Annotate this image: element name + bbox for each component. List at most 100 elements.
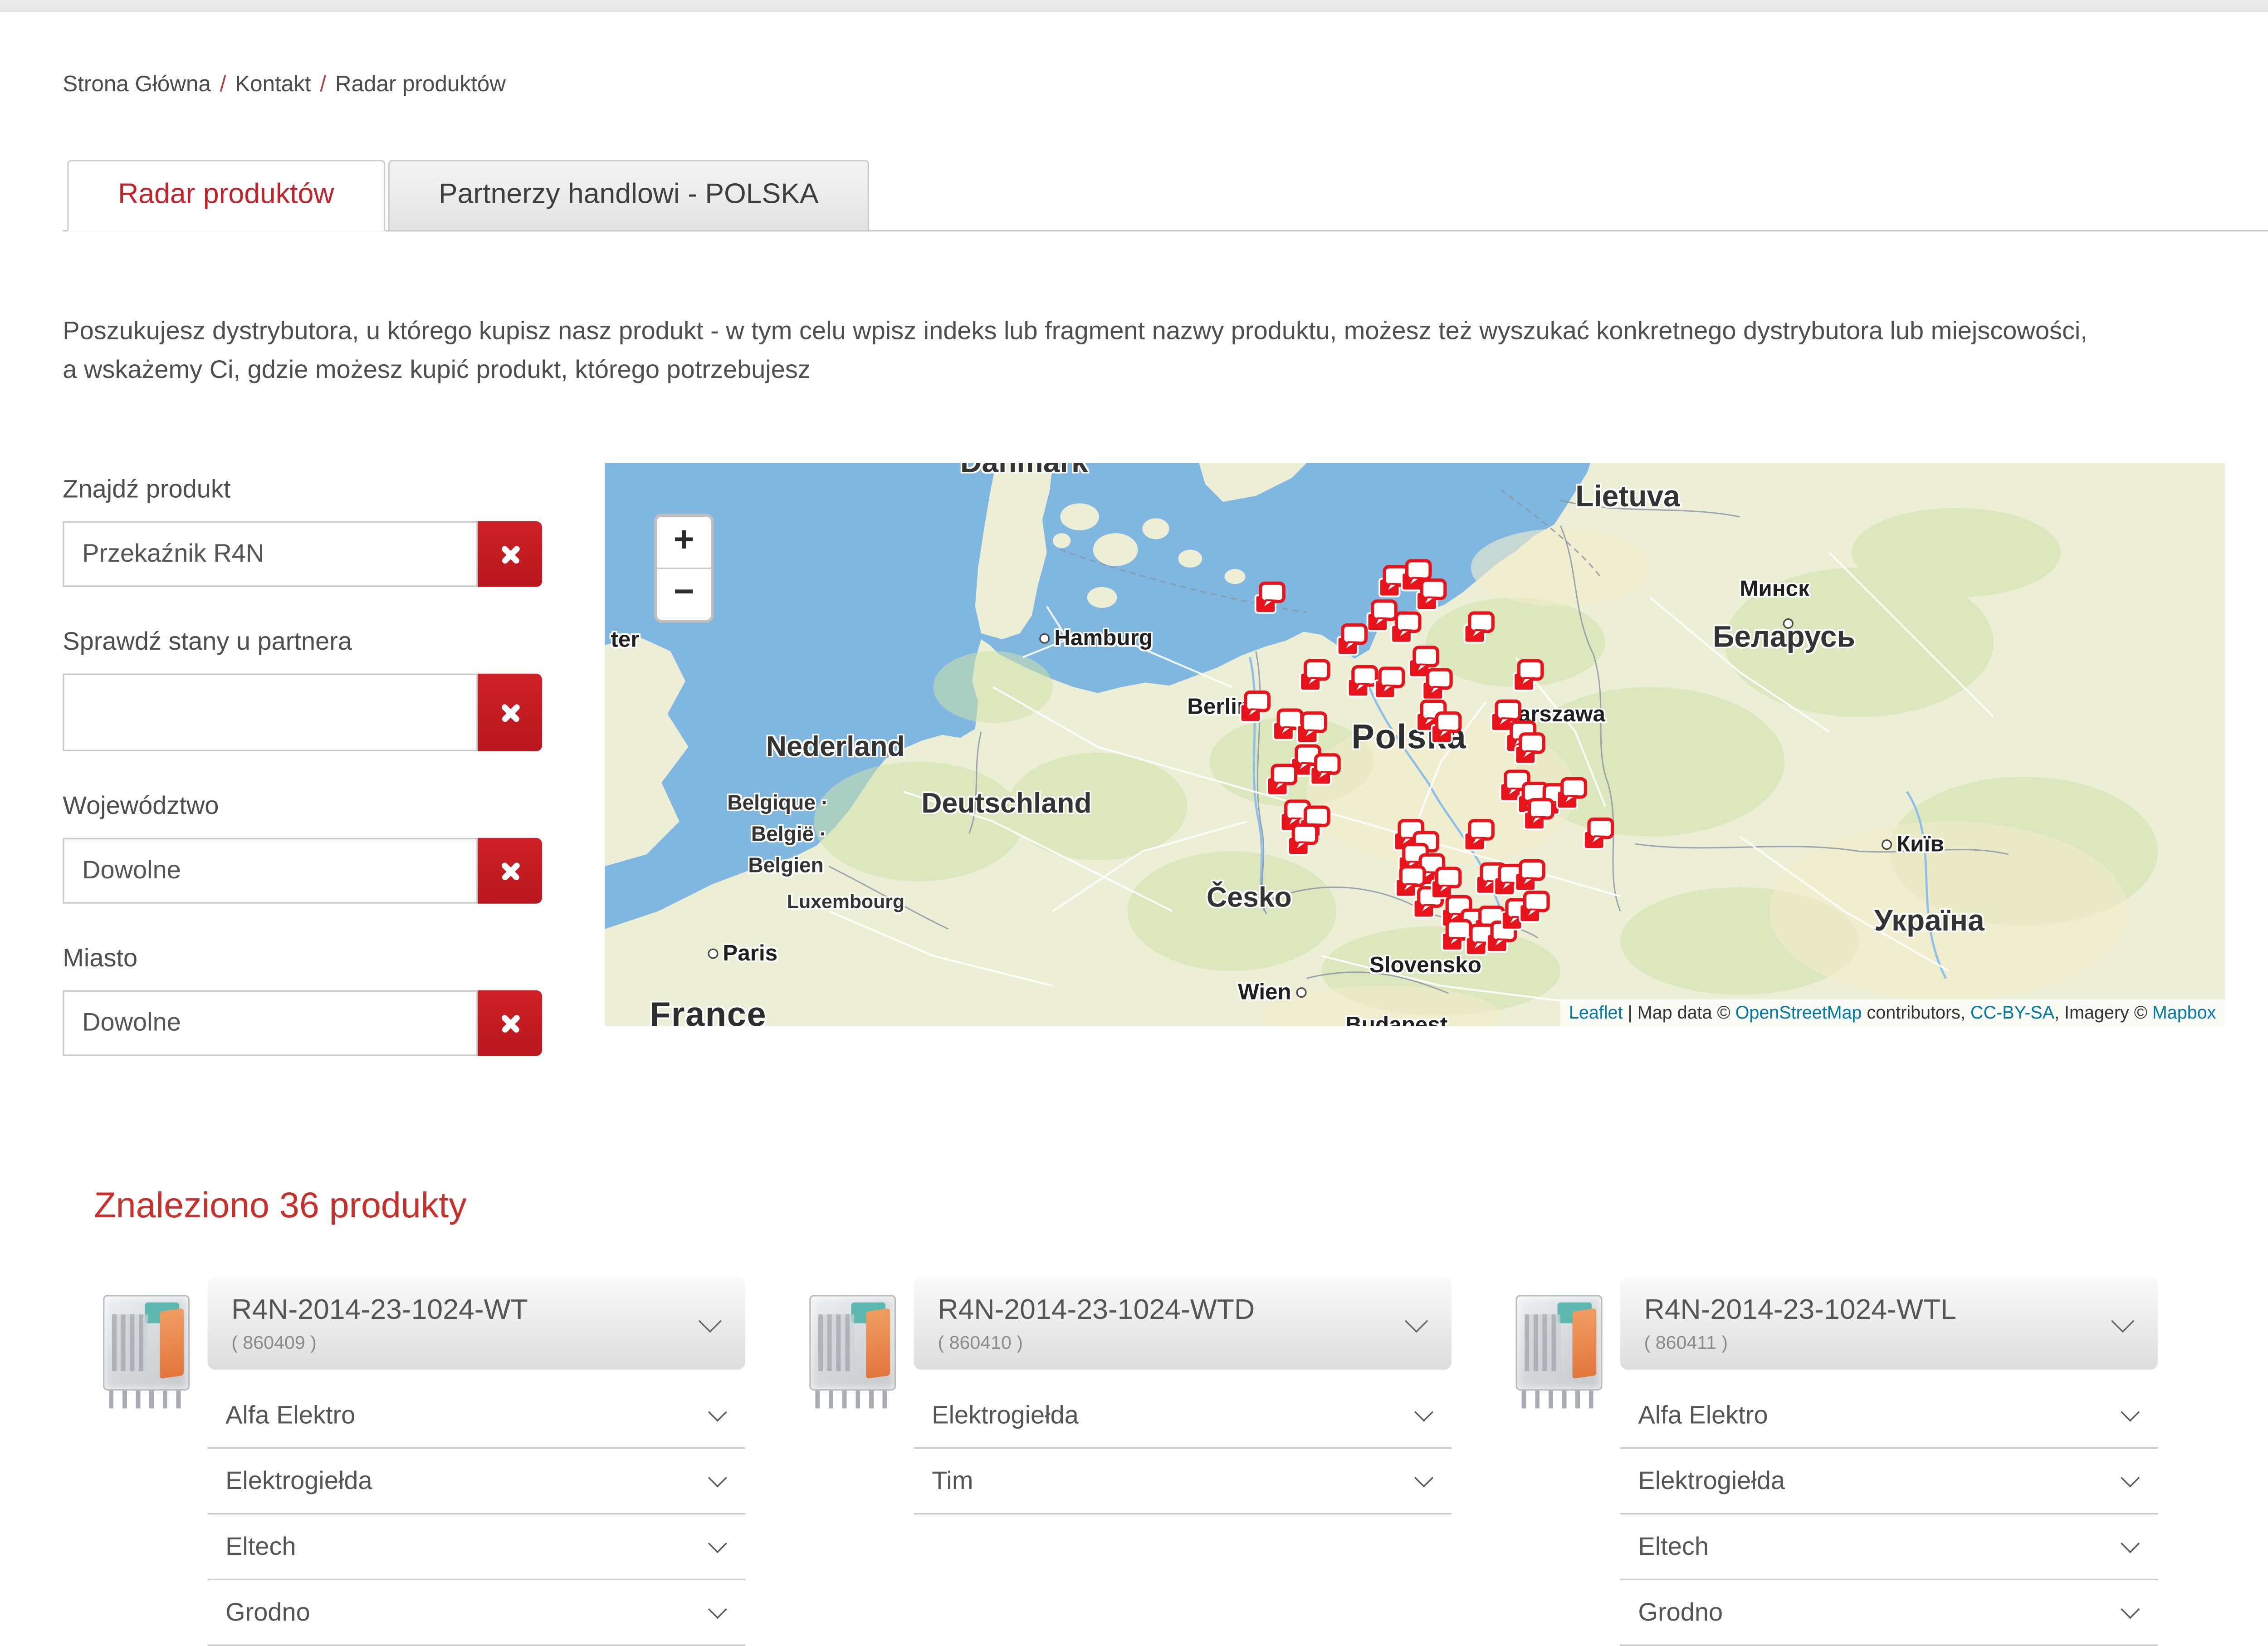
distributor-marker-icon[interactable] bbox=[1265, 763, 1297, 799]
breadcrumb-current: Radar produktów bbox=[335, 72, 506, 97]
attribution-contributors: contributors, bbox=[1867, 1002, 1965, 1023]
distributor-row[interactable]: Tim bbox=[914, 1449, 1452, 1514]
distributor-row[interactable]: Eltech bbox=[1620, 1514, 2158, 1580]
map-label-text: Lietuva bbox=[1575, 481, 1680, 514]
distributor-marker-icon[interactable] bbox=[1513, 859, 1545, 895]
clear-filter-button[interactable] bbox=[478, 674, 542, 751]
clear-filter-button[interactable] bbox=[478, 521, 542, 587]
map-label-text: Paris bbox=[723, 941, 777, 966]
chevron-down-icon bbox=[2121, 1600, 2140, 1619]
product-code: R4N-2014-23-1024-WTL bbox=[1644, 1294, 1956, 1327]
ccbysa-link[interactable]: CC-BY-SA bbox=[1970, 1002, 2054, 1023]
distributor-row[interactable]: Grodno bbox=[208, 1580, 745, 1646]
filter-group: Miasto bbox=[63, 944, 542, 1056]
distributor-row[interactable]: Grodno bbox=[1620, 1580, 2158, 1646]
breadcrumb: Strona Główna/Kontakt/Radar produktów bbox=[63, 72, 2268, 97]
distributor-row[interactable]: Elektrogiełda bbox=[914, 1383, 1452, 1449]
filter-label: Miasto bbox=[63, 944, 542, 974]
distributor-marker-icon[interactable] bbox=[1238, 690, 1271, 726]
distributor-row[interactable]: Alfa Elektro bbox=[208, 1383, 745, 1449]
distributor-marker-icon[interactable] bbox=[1335, 623, 1368, 659]
distributor-marker-icon[interactable] bbox=[1389, 611, 1422, 647]
relay-pins-part bbox=[109, 1391, 184, 1409]
distributor-row[interactable]: Alfa Elektro bbox=[1620, 1383, 2158, 1449]
filter-row bbox=[63, 838, 542, 904]
distributor-marker-icon[interactable] bbox=[1511, 659, 1544, 695]
map-label-text: Belgique · bbox=[727, 790, 828, 814]
clear-filter-button[interactable] bbox=[478, 990, 542, 1056]
distributor-marker-icon[interactable] bbox=[1522, 798, 1554, 833]
distributor-marker-icon[interactable] bbox=[1372, 666, 1405, 702]
distributor-marker-icon[interactable] bbox=[1308, 753, 1341, 789]
product-code: R4N-2014-23-1024-WTD bbox=[938, 1294, 1255, 1327]
map-attribution: Leaflet | Map data © OpenStreetMap contr… bbox=[1560, 999, 2225, 1026]
map-label-text: Київ bbox=[1897, 832, 1944, 857]
chevron-down-icon bbox=[708, 1534, 727, 1553]
breadcrumb-separator: / bbox=[320, 72, 326, 97]
distributor-marker-icon[interactable] bbox=[1429, 711, 1462, 747]
map-label-text: Минск bbox=[1740, 577, 1809, 602]
map-label-21: Україна bbox=[1874, 905, 1984, 940]
leaflet-link[interactable]: Leaflet bbox=[1569, 1002, 1623, 1023]
breadcrumb-kontakt-link[interactable]: Kontakt bbox=[235, 72, 311, 97]
product-header-text: R4N-2014-23-1024-WTD ( 860410 ) bbox=[938, 1294, 1255, 1352]
map-label-5: Hamburg bbox=[1035, 626, 1153, 651]
filter-input-0[interactable] bbox=[63, 521, 478, 587]
tab-radar-produktow[interactable]: Radar produktów bbox=[67, 160, 385, 231]
distributor-marker-icon[interactable] bbox=[1253, 581, 1286, 617]
distributor-name: Eltech bbox=[1638, 1532, 1709, 1562]
product-image bbox=[97, 1292, 205, 1415]
map-label-text: Česko bbox=[1207, 883, 1292, 914]
map-label-20: Київ bbox=[1877, 832, 1944, 857]
distributor-name: Alfa Elektro bbox=[225, 1400, 355, 1430]
distributor-marker-icon[interactable] bbox=[1286, 823, 1318, 859]
map-label-text: Україна bbox=[1874, 905, 1984, 938]
clear-filter-button[interactable] bbox=[478, 838, 542, 904]
zoom-in-button[interactable]: + bbox=[657, 517, 711, 569]
tab-partnerzy-handlowi[interactable]: Partnerzy handlowi - POLSKA bbox=[388, 160, 870, 231]
product-column: R4N-2014-23-1024-WT ( 860409 ) Alfa Elek… bbox=[63, 1277, 769, 1646]
distributor-name: Elektrogiełda bbox=[225, 1466, 372, 1496]
city-dot-icon bbox=[1296, 987, 1306, 998]
mapbox-link[interactable]: Mapbox bbox=[2152, 1002, 2216, 1023]
city-dot-icon bbox=[708, 949, 718, 959]
distributor-marker-icon[interactable] bbox=[1295, 711, 1327, 747]
distributor-row[interactable]: Eltech bbox=[208, 1514, 745, 1580]
openstreetmap-link[interactable]: OpenStreetMap bbox=[1735, 1002, 1862, 1023]
product-header-dropdown[interactable]: R4N-2014-23-1024-WTD ( 860410 ) bbox=[914, 1277, 1452, 1370]
map-label-6: ter bbox=[611, 627, 639, 653]
distributor-marker-icon[interactable] bbox=[1414, 578, 1447, 614]
distributor-row[interactable]: Elektrogiełda bbox=[208, 1449, 745, 1514]
distributor-marker-icon[interactable] bbox=[1581, 817, 1614, 853]
filter-list: Znajdź produktSprawdź stany u partneraWo… bbox=[63, 463, 542, 1097]
filter-input-1[interactable] bbox=[63, 674, 478, 751]
chevron-down-icon bbox=[2111, 1309, 2134, 1332]
map-label-text: Hamburg bbox=[1054, 626, 1153, 651]
relay-pins-part bbox=[1522, 1391, 1597, 1409]
zoom-out-button[interactable]: − bbox=[657, 569, 711, 620]
relay-photo bbox=[1515, 1295, 1602, 1391]
filter-input-2[interactable] bbox=[63, 838, 478, 904]
distributor-marker-icon[interactable] bbox=[1420, 668, 1453, 704]
relay-pins-part bbox=[815, 1391, 890, 1409]
product-index: ( 860410 ) bbox=[938, 1332, 1255, 1352]
product-column: R4N-2014-23-1024-WTL ( 860411 ) Alfa Ele… bbox=[1476, 1277, 2182, 1646]
distributor-marker-icon[interactable] bbox=[1517, 890, 1550, 926]
relay-core-part bbox=[1525, 1314, 1560, 1371]
map-label-1: Lietuva bbox=[1575, 481, 1680, 515]
distributor-marker-icon[interactable] bbox=[1554, 777, 1587, 813]
filter-input-3[interactable] bbox=[63, 990, 478, 1056]
distributor-marker-icon[interactable] bbox=[1513, 732, 1545, 768]
distributor-name: Tim bbox=[932, 1466, 973, 1496]
leaflet-map[interactable]: DanmarkLietuvaМинскБеларусьHamburgterBer… bbox=[605, 463, 2225, 1026]
distributor-row[interactable]: Elektrogiełda bbox=[1620, 1449, 2158, 1514]
product-header-dropdown[interactable]: R4N-2014-23-1024-WTL ( 860411 ) bbox=[1620, 1277, 2158, 1370]
breadcrumb-home-link[interactable]: Strona Główna bbox=[63, 72, 211, 97]
relay-coil-part bbox=[1573, 1308, 1597, 1379]
distributor-marker-icon[interactable] bbox=[1298, 659, 1330, 695]
distributor-marker-icon[interactable] bbox=[1462, 611, 1495, 647]
map-label-text: Беларусь bbox=[1713, 622, 1855, 654]
distributor-marker-icon[interactable] bbox=[1462, 818, 1495, 854]
product-index: ( 860409 ) bbox=[231, 1332, 528, 1352]
product-header-dropdown[interactable]: R4N-2014-23-1024-WT ( 860409 ) bbox=[208, 1277, 745, 1370]
